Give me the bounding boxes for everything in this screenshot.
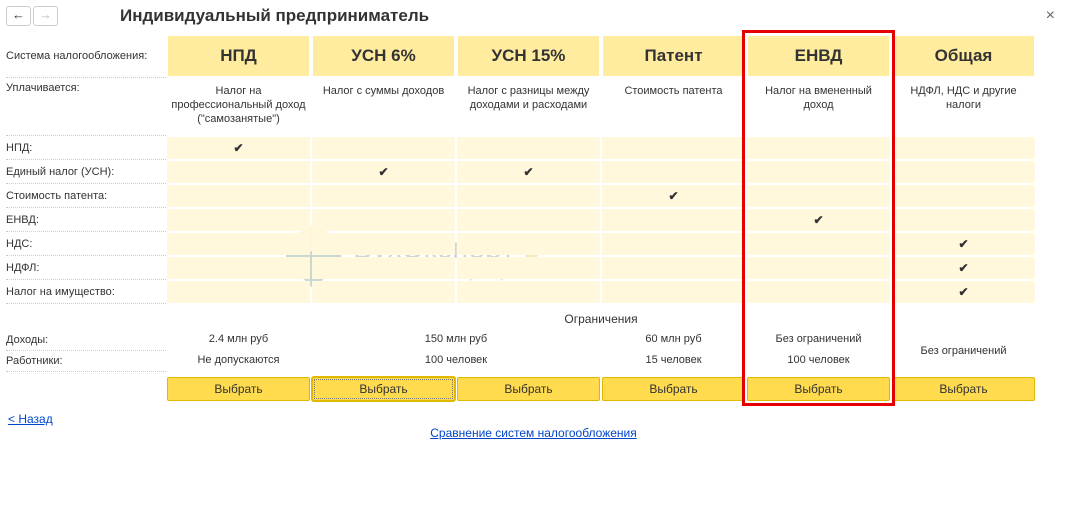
limits-header: Ограничения	[166, 308, 1036, 330]
cell-usn-patent	[602, 161, 745, 183]
cell-npd-usn6	[312, 137, 455, 159]
cell-usn-npd	[167, 161, 310, 183]
select-button-npd[interactable]: Выбрать	[167, 377, 310, 401]
cell-property-general	[892, 281, 1035, 303]
compare-link[interactable]: Сравнение систем налогообложения	[430, 426, 636, 440]
workers-patent: 15 человек	[601, 351, 746, 372]
col-header-usn6: УСН 6%	[312, 35, 455, 77]
cell-property-patent	[602, 281, 745, 303]
cell-usn-general	[892, 161, 1035, 183]
cell-npd-envd	[747, 137, 890, 159]
desc-patent: Стоимость патента	[601, 78, 746, 136]
cell-patent_cost-npd	[167, 185, 310, 207]
row-label-envd: ЕНВД:	[6, 208, 166, 232]
cell-usn-usn6	[312, 161, 455, 183]
cell-patent_cost-general	[892, 185, 1035, 207]
desc-general: НДФЛ, НДС и другие налоги	[891, 78, 1036, 136]
page-title: Индивидуальный предприниматель	[120, 6, 1040, 26]
cell-ndfl-usn15	[457, 257, 600, 279]
cell-nds-patent	[602, 233, 745, 255]
cell-npd-npd	[167, 137, 310, 159]
select-button-usn15[interactable]: Выбрать	[457, 377, 600, 401]
select-button-usn6[interactable]: Выбрать	[312, 377, 455, 401]
cell-property-envd	[747, 281, 890, 303]
cell-npd-usn15	[457, 137, 600, 159]
row-label-patent_cost: Стоимость патента:	[6, 184, 166, 208]
desc-envd: Налог на вмененный доход	[746, 78, 891, 136]
row-label-workers: Работники:	[6, 351, 166, 372]
col-header-patent: Патент	[602, 35, 745, 77]
cell-envd-patent	[602, 209, 745, 231]
row-label-nds: НДС:	[6, 232, 166, 256]
cell-ndfl-npd	[167, 257, 310, 279]
row-label-income: Доходы:	[6, 330, 166, 351]
cell-patent_cost-usn6	[312, 185, 455, 207]
cell-envd-general	[892, 209, 1035, 231]
row-label-ndfl: НДФЛ:	[6, 256, 166, 280]
workers-envd: 100 человек	[746, 351, 891, 372]
col-header-envd: ЕНВД	[747, 35, 890, 77]
workers-npd: Не допускаются	[166, 351, 311, 372]
cell-envd-npd	[167, 209, 310, 231]
close-icon[interactable]: ×	[1040, 7, 1061, 25]
select-button-general[interactable]: Выбрать	[892, 377, 1035, 401]
workers-usn: 100 человек	[311, 351, 601, 372]
col-header-usn15: УСН 15%	[457, 35, 600, 77]
desc-npd: Налог на профессиональный доход ("самоза…	[166, 78, 311, 136]
cell-property-usn15	[457, 281, 600, 303]
nav-forward-button[interactable]: →	[33, 6, 58, 26]
cell-property-usn6	[312, 281, 455, 303]
select-button-patent[interactable]: Выбрать	[602, 377, 745, 401]
cell-nds-usn15	[457, 233, 600, 255]
cell-envd-usn6	[312, 209, 455, 231]
cell-npd-patent	[602, 137, 745, 159]
col-header-npd: НПД	[167, 35, 310, 77]
cell-ndfl-envd	[747, 257, 890, 279]
cell-patent_cost-patent	[602, 185, 745, 207]
cell-usn-usn15	[457, 161, 600, 183]
row-label-system: Система налогообложения:	[6, 34, 166, 78]
row-label-usn: Единый налог (УСН):	[6, 160, 166, 184]
cell-nds-envd	[747, 233, 890, 255]
cell-nds-npd	[167, 233, 310, 255]
cell-nds-general	[892, 233, 1035, 255]
cell-ndfl-patent	[602, 257, 745, 279]
cell-nds-usn6	[312, 233, 455, 255]
cell-patent_cost-usn15	[457, 185, 600, 207]
cell-property-npd	[167, 281, 310, 303]
cell-envd-usn15	[457, 209, 600, 231]
select-button-envd[interactable]: Выбрать	[747, 377, 890, 401]
cell-npd-general	[892, 137, 1035, 159]
cell-ndfl-usn6	[312, 257, 455, 279]
row-label-paid: Уплачивается:	[6, 78, 166, 136]
row-label-npd: НПД:	[6, 136, 166, 160]
cell-patent_cost-envd	[747, 185, 890, 207]
income-patent: 60 млн руб	[601, 330, 746, 351]
desc-usn15: Налог с разницы между доходами и расхода…	[456, 78, 601, 136]
col-header-general: Общая	[892, 35, 1035, 77]
desc-usn6: Налог с суммы доходов	[311, 78, 456, 136]
cell-usn-envd	[747, 161, 890, 183]
nav-back-button[interactable]: ←	[6, 6, 31, 26]
income-npd: 2.4 млн руб	[166, 330, 311, 351]
cell-ndfl-general	[892, 257, 1035, 279]
income-usn: 150 млн руб	[311, 330, 601, 351]
row-label-property: Налог на имущество:	[6, 280, 166, 304]
cell-envd-envd	[747, 209, 890, 231]
income-envd: Без ограничений	[746, 330, 891, 351]
back-link[interactable]: < Назад	[8, 412, 53, 426]
income-general: Без ограничений	[891, 330, 1036, 372]
